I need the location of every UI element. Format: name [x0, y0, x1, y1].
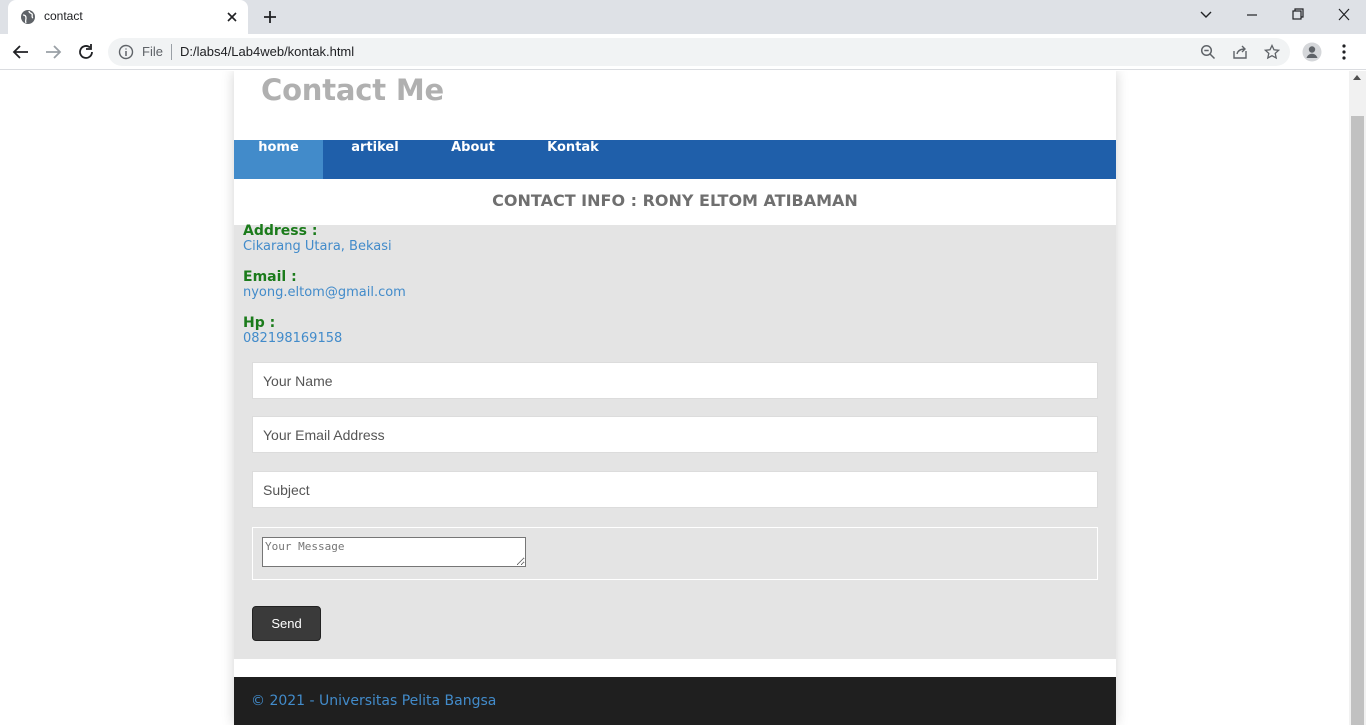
- restore-icon[interactable]: [1288, 7, 1308, 23]
- contact-content: Address : Cikarang Utara, Bekasi Email :…: [234, 223, 1116, 659]
- zoom-icon[interactable]: [1200, 44, 1216, 60]
- back-arrow-icon[interactable]: [11, 42, 31, 62]
- url-separator: [171, 44, 172, 60]
- reload-icon[interactable]: [76, 42, 96, 62]
- page-viewport: Contact Me home artikel About Kontak CON…: [0, 71, 1349, 725]
- close-tab-icon[interactable]: [224, 9, 240, 25]
- globe-icon: [21, 10, 35, 24]
- scroll-up-arrow-icon[interactable]: [1353, 75, 1361, 80]
- name-input[interactable]: [252, 362, 1098, 399]
- minimize-icon[interactable]: [1242, 7, 1262, 23]
- hp-label: Hp :: [243, 315, 276, 331]
- url-text[interactable]: D:/labs4/Lab4web/kontak.html: [180, 44, 354, 59]
- address-bar[interactable]: File D:/labs4/Lab4web/kontak.html: [108, 38, 1290, 66]
- nav-home[interactable]: home: [234, 140, 323, 179]
- message-wrapper: [252, 527, 1098, 580]
- nav-artikel[interactable]: artikel: [337, 140, 413, 179]
- url-scheme-label: File: [142, 44, 163, 59]
- email-input[interactable]: [252, 416, 1098, 453]
- tab-search-icon[interactable]: [1196, 7, 1216, 23]
- contact-heading: CONTACT INFO : RONY ELTOM ATIBAMAN: [492, 191, 858, 210]
- hp-value: 082198169158: [243, 331, 343, 346]
- info-icon[interactable]: [118, 44, 134, 60]
- close-window-icon[interactable]: [1334, 7, 1354, 23]
- main-navbar: home artikel About Kontak: [234, 140, 1116, 179]
- subject-input[interactable]: [252, 471, 1098, 508]
- browser-toolbar: File D:/labs4/Lab4web/kontak.html: [0, 34, 1366, 70]
- bookmark-star-icon[interactable]: [1264, 44, 1280, 60]
- nav-about[interactable]: About: [439, 140, 507, 179]
- page-footer: © 2021 - Universitas Pelita Bangsa: [234, 677, 1116, 725]
- site-title: Contact Me: [261, 73, 444, 107]
- send-button[interactable]: Send: [252, 606, 321, 641]
- vertical-scrollbar[interactable]: [1349, 71, 1366, 725]
- message-textarea[interactable]: [262, 537, 526, 567]
- address-value: Cikarang Utara, Bekasi: [243, 239, 392, 254]
- tab-title: contact: [44, 9, 83, 23]
- browser-tab[interactable]: contact: [8, 0, 248, 34]
- address-label: Address :: [243, 223, 318, 239]
- profile-avatar-icon[interactable]: [1302, 42, 1322, 62]
- email-value[interactable]: nyong.eltom@gmail.com: [243, 285, 406, 300]
- footer-copyright: © 2021 - Universitas Pelita Bangsa: [251, 693, 497, 709]
- nav-kontak[interactable]: Kontak: [536, 140, 610, 179]
- menu-kebab-icon[interactable]: [1334, 42, 1354, 62]
- new-tab-icon[interactable]: [261, 8, 279, 26]
- tab-strip: contact: [0, 0, 1366, 34]
- page-container: Contact Me home artikel About Kontak CON…: [234, 71, 1116, 725]
- share-icon[interactable]: [1232, 44, 1248, 60]
- forward-arrow-icon[interactable]: [43, 42, 63, 62]
- scroll-thumb[interactable]: [1351, 116, 1364, 725]
- email-label: Email :: [243, 269, 297, 285]
